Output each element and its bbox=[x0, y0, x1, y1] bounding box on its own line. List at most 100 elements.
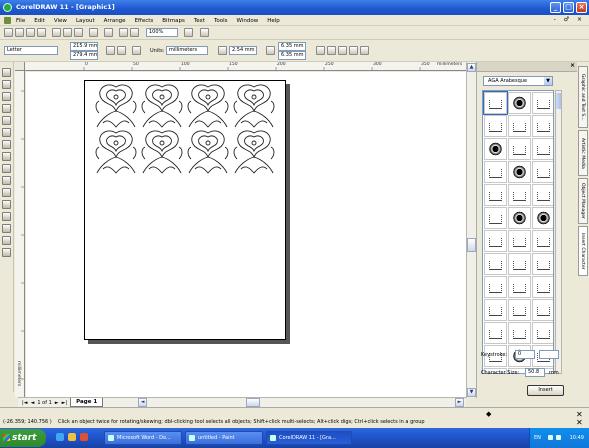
character-cell[interactable] bbox=[508, 230, 531, 252]
tab-object-manager[interactable]: Object Manager bbox=[578, 178, 588, 224]
character-grid[interactable] bbox=[482, 90, 554, 374]
character-cell[interactable] bbox=[532, 299, 553, 321]
tray-icon[interactable] bbox=[548, 435, 553, 440]
character-cell[interactable] bbox=[532, 92, 553, 114]
character-grid-scrollbar[interactable] bbox=[555, 90, 562, 374]
cut-icon[interactable] bbox=[52, 28, 61, 37]
smart-fill-tool-icon[interactable] bbox=[2, 128, 11, 137]
character-cell[interactable] bbox=[532, 138, 553, 160]
character-size-field[interactable]: 50.8 bbox=[525, 368, 545, 377]
duplicate-x-field[interactable]: 6.35 mm bbox=[278, 42, 306, 51]
vertical-ruler[interactable]: millimeters bbox=[15, 71, 25, 397]
character-cell[interactable] bbox=[508, 253, 531, 275]
menu-window[interactable]: Window bbox=[237, 18, 259, 24]
menu-layout[interactable]: Layout bbox=[76, 18, 95, 24]
document-page[interactable] bbox=[84, 80, 286, 340]
open-icon[interactable] bbox=[15, 28, 24, 37]
character-cell[interactable] bbox=[508, 115, 531, 137]
duplicate-y-field[interactable]: 6.35 mm bbox=[278, 51, 306, 60]
task-word[interactable]: Microsoft Word - Do... bbox=[104, 431, 182, 445]
application-launcher-icon[interactable] bbox=[184, 28, 193, 37]
keystroke-field[interactable]: 0 bbox=[515, 350, 535, 359]
save-icon[interactable] bbox=[26, 28, 35, 37]
page-width-field[interactable]: 215.9 mm bbox=[70, 42, 98, 51]
print-icon[interactable] bbox=[37, 28, 46, 37]
export-icon[interactable] bbox=[130, 28, 139, 37]
scroll-right-icon[interactable]: ► bbox=[455, 398, 464, 407]
character-cell[interactable] bbox=[484, 299, 507, 321]
character-cell[interactable] bbox=[508, 161, 531, 183]
page-tab[interactable]: Page 1 bbox=[70, 398, 104, 407]
interactive-blend-tool-icon[interactable] bbox=[2, 200, 11, 209]
basic-shapes-tool-icon[interactable] bbox=[2, 176, 11, 185]
pick-tool-icon[interactable] bbox=[2, 68, 11, 77]
undo-icon[interactable] bbox=[89, 28, 98, 37]
menu-edit[interactable]: Edit bbox=[34, 18, 45, 24]
character-cell[interactable] bbox=[532, 253, 553, 275]
character-cell[interactable] bbox=[508, 92, 531, 114]
character-cell[interactable] bbox=[508, 207, 531, 229]
menu-file[interactable]: File bbox=[16, 18, 25, 24]
fill-tool-icon[interactable] bbox=[2, 236, 11, 245]
arabesque-pattern[interactable] bbox=[93, 83, 279, 179]
character-cell[interactable] bbox=[532, 207, 553, 229]
page-layout-icon[interactable] bbox=[132, 46, 141, 55]
page-height-field[interactable]: 279.4 mm bbox=[70, 51, 98, 60]
zoom-level-field[interactable]: 100% bbox=[146, 28, 178, 37]
character-cell[interactable] bbox=[532, 161, 553, 183]
snap-to-objects-icon[interactable] bbox=[338, 46, 347, 55]
document-window-controls[interactable]: - ♂ × bbox=[554, 16, 585, 23]
character-cell[interactable] bbox=[484, 184, 507, 206]
character-cell[interactable] bbox=[483, 91, 508, 115]
start-button[interactable]: start bbox=[0, 429, 46, 447]
character-cell[interactable] bbox=[532, 322, 553, 344]
character-cell[interactable] bbox=[484, 115, 507, 137]
tab-graphic-and-text-styles[interactable]: Graphic and Text S... bbox=[578, 66, 588, 128]
polygon-tool-icon[interactable] bbox=[2, 164, 11, 173]
character-cell[interactable] bbox=[508, 184, 531, 206]
font-select[interactable]: AGA Arabesque ▼ bbox=[483, 76, 553, 86]
character-cell[interactable] bbox=[484, 322, 507, 344]
snap-to-guidelines-icon[interactable] bbox=[327, 46, 336, 55]
scrollbar-thumb[interactable] bbox=[556, 93, 561, 109]
interactive-fill-tool-icon[interactable] bbox=[2, 248, 11, 257]
horizontal-ruler[interactable]: 0 50 100 150 200 250 300 350 millimeters bbox=[25, 62, 466, 71]
menu-bitmaps[interactable]: Bitmaps bbox=[162, 18, 185, 24]
menu-help[interactable]: Help bbox=[267, 18, 280, 24]
scrollbar-thumb[interactable] bbox=[246, 398, 260, 407]
redo-icon[interactable] bbox=[104, 28, 113, 37]
scrollbar-thumb[interactable] bbox=[467, 238, 476, 252]
title-bar[interactable]: CorelDRAW 11 - [Graphic1] _ □ × bbox=[0, 0, 589, 15]
corel-online-icon[interactable] bbox=[200, 28, 209, 37]
character-cell[interactable] bbox=[484, 276, 507, 298]
character-cell[interactable] bbox=[532, 184, 553, 206]
menu-arrange[interactable]: Arrange bbox=[104, 18, 126, 24]
menu-tools[interactable]: Tools bbox=[214, 18, 228, 24]
quicklaunch-desktop-icon[interactable] bbox=[68, 433, 76, 441]
character-cell[interactable] bbox=[532, 115, 553, 137]
zoom-tool-icon[interactable] bbox=[2, 104, 11, 113]
import-icon[interactable] bbox=[119, 28, 128, 37]
close-button[interactable]: × bbox=[576, 2, 587, 13]
tray-icon[interactable] bbox=[556, 435, 561, 440]
snap-to-grid-icon[interactable] bbox=[316, 46, 325, 55]
menu-text[interactable]: Text bbox=[194, 18, 205, 24]
character-cell[interactable] bbox=[484, 161, 507, 183]
shape-tool-icon[interactable] bbox=[2, 80, 11, 89]
units-select[interactable]: millimeters bbox=[166, 46, 208, 55]
options-icon[interactable] bbox=[360, 46, 369, 55]
first-page-icon[interactable]: |◄ bbox=[22, 400, 28, 406]
character-cell[interactable] bbox=[484, 230, 507, 252]
dynamic-guides-icon[interactable] bbox=[349, 46, 358, 55]
maximize-button[interactable]: □ bbox=[563, 2, 574, 13]
character-cell[interactable] bbox=[508, 299, 531, 321]
previous-page-icon[interactable]: ◄ bbox=[31, 400, 35, 406]
scroll-left-icon[interactable]: ◄ bbox=[138, 398, 147, 407]
paste-icon[interactable] bbox=[74, 28, 83, 37]
landscape-icon[interactable] bbox=[117, 46, 126, 55]
tab-insert-character[interactable]: Insert Character bbox=[578, 226, 588, 276]
insert-button[interactable]: Insert bbox=[527, 385, 564, 396]
menu-effects[interactable]: Effects bbox=[135, 18, 154, 24]
next-page-icon[interactable]: ► bbox=[55, 400, 59, 406]
rectangle-tool-icon[interactable] bbox=[2, 140, 11, 149]
